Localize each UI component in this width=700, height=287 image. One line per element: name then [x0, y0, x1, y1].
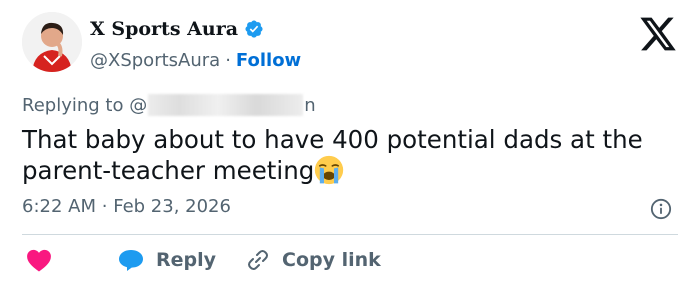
tweet-text: That baby about to have 400 potential da…: [22, 124, 682, 186]
handle-row: @XSportsAura · Follow: [90, 47, 301, 73]
handle-separator: ·: [225, 49, 231, 71]
verified-badge-icon: [245, 20, 263, 38]
reply-button[interactable]: Reply: [156, 249, 216, 271]
x-logo-icon[interactable]: [638, 16, 678, 52]
replying-to: Replying to @ n: [22, 93, 316, 117]
heart-icon[interactable]: [26, 248, 52, 272]
handle[interactable]: @XSportsAura: [90, 50, 220, 71]
divider: [22, 234, 678, 235]
loudly-crying-face-emoji: [315, 155, 344, 185]
timestamp[interactable]: 6:22 AM · Feb 23, 2026: [22, 196, 231, 217]
replying-prefix: Replying to @: [22, 94, 148, 116]
author-block: X Sports Aura @XSportsAura · Follow: [90, 16, 301, 73]
reply-bubble-icon[interactable]: [118, 248, 144, 272]
name-row: X Sports Aura: [90, 16, 301, 42]
link-icon[interactable]: [246, 248, 270, 272]
replying-suffix: n: [304, 94, 316, 116]
display-name[interactable]: X Sports Aura: [90, 18, 238, 40]
copy-link-button[interactable]: Copy link: [282, 249, 381, 271]
follow-button[interactable]: Follow: [236, 50, 301, 71]
avatar[interactable]: [22, 12, 82, 72]
info-icon[interactable]: [650, 198, 672, 220]
tweet-time: 6:22 AM: [22, 196, 96, 217]
meta-separator: ·: [101, 196, 108, 217]
tweet-date: Feb 23, 2026: [113, 196, 231, 217]
redacted-handle: [148, 94, 304, 116]
action-bar: Reply Copy link: [22, 245, 381, 275]
